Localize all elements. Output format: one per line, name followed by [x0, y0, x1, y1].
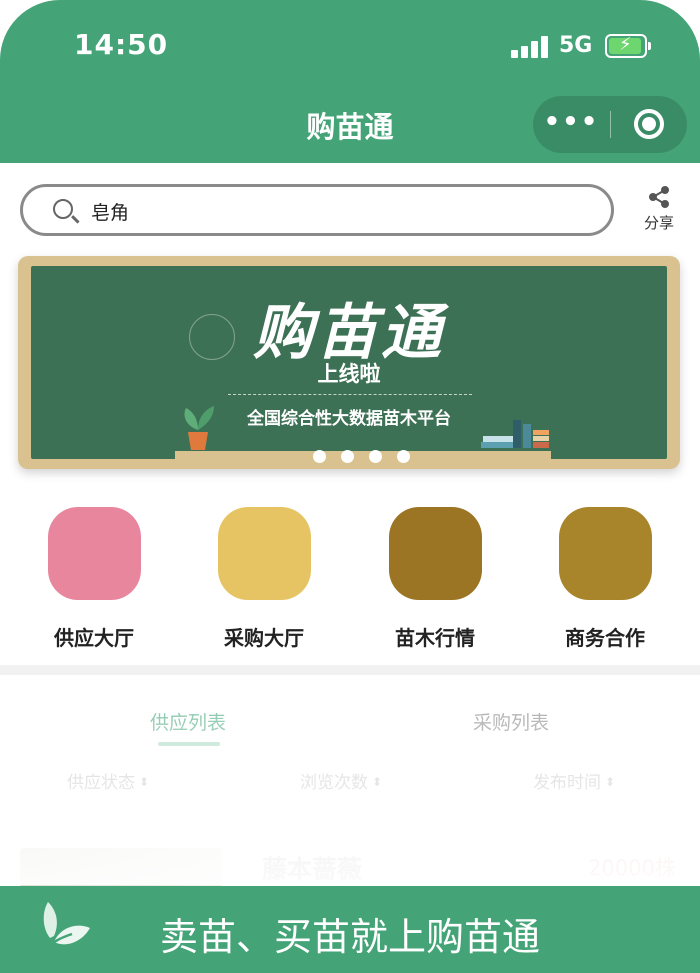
mini-program-capsule: •••: [533, 96, 687, 153]
footer-banner: 卖苗、买苗就上购苗通: [0, 886, 700, 973]
battery-icon: ⚡: [605, 34, 651, 58]
top-bar: 14:50 5G ⚡ 购苗通 •••: [0, 0, 700, 163]
sort-arrows-icon: ⬍: [372, 775, 383, 789]
capsule-divider: [610, 111, 611, 138]
category-business-icon: [558, 507, 652, 600]
search-value: 皂角: [91, 202, 130, 224]
banner-carousel[interactable]: 购苗通 上线啦 全国综合性大数据苗木平台: [18, 256, 680, 469]
share-label: 分享: [643, 214, 674, 232]
category-purchase-hall[interactable]: 采购大厅: [194, 507, 334, 651]
carousel-dot[interactable]: [369, 450, 382, 463]
more-dots-icon[interactable]: •••: [533, 96, 610, 153]
category-label: 采购大厅: [224, 626, 304, 650]
category-grid: 供应大厅 采购大厅 苗木行情 商务合作: [0, 507, 700, 650]
category-label: 供应大厅: [54, 626, 134, 650]
category-label: 商务合作: [565, 626, 645, 650]
sort-view-count[interactable]: 浏览次数 ⬍: [300, 768, 382, 793]
phone-screen: 14:50 5G ⚡ 购苗通 ••• 皂角 分享 购苗通 上线啦 全国综合性大数…: [0, 0, 700, 973]
listing-quantity: 20000株: [588, 856, 676, 880]
banner-board: 购苗通 上线啦 全国综合性大数据苗木平台: [31, 266, 667, 463]
potted-plant-icon: [184, 406, 214, 450]
tab-purchase-list[interactable]: 采购列表: [473, 708, 549, 735]
category-supply-icon: [47, 507, 141, 600]
tab-supply-list[interactable]: 供应列表: [150, 708, 226, 735]
banner-divider: [228, 394, 472, 395]
footer-slogan: 卖苗、买苗就上购苗通: [159, 915, 540, 959]
listing-thumbnail[interactable]: [20, 848, 222, 888]
sort-label: 供应状态: [67, 773, 135, 793]
sort-supply-status[interactable]: 供应状态 ⬍: [67, 768, 149, 793]
sort-arrows-icon: ⬍: [605, 775, 616, 789]
share-button[interactable]: 分享: [636, 184, 682, 238]
category-supply-hall[interactable]: 供应大厅: [24, 507, 164, 651]
search-input[interactable]: 皂角: [20, 184, 614, 236]
signal-icon: [511, 36, 551, 58]
sort-publish-time[interactable]: 发布时间 ⬍: [533, 768, 615, 793]
status-time: 14:50: [74, 28, 169, 61]
sort-label: 发布时间: [533, 773, 601, 793]
category-business-cooperation[interactable]: 商务合作: [535, 507, 675, 651]
sort-label: 浏览次数: [300, 773, 368, 793]
network-type: 5G: [559, 33, 593, 58]
tab-active-indicator: [158, 742, 220, 746]
category-label: 苗木行情: [395, 626, 475, 650]
category-market-icon: [388, 507, 482, 600]
share-icon: [649, 186, 669, 208]
listing-name[interactable]: 藤本蔷薇: [262, 850, 362, 886]
sort-arrows-icon: ⬍: [139, 775, 150, 789]
carousel-dot[interactable]: [397, 450, 410, 463]
books-icon: [481, 420, 549, 448]
banner-subtitle: 上线啦: [317, 362, 381, 386]
carousel-dots: [313, 448, 425, 467]
category-purchase-icon: [217, 507, 311, 600]
category-market-prices[interactable]: 苗木行情: [365, 507, 505, 651]
banner-description: 全国综合性大数据苗木平台: [247, 409, 451, 429]
carousel-dot[interactable]: [313, 450, 326, 463]
section-divider: [0, 665, 700, 675]
carousel-dot[interactable]: [341, 450, 354, 463]
search-icon: [53, 199, 73, 219]
